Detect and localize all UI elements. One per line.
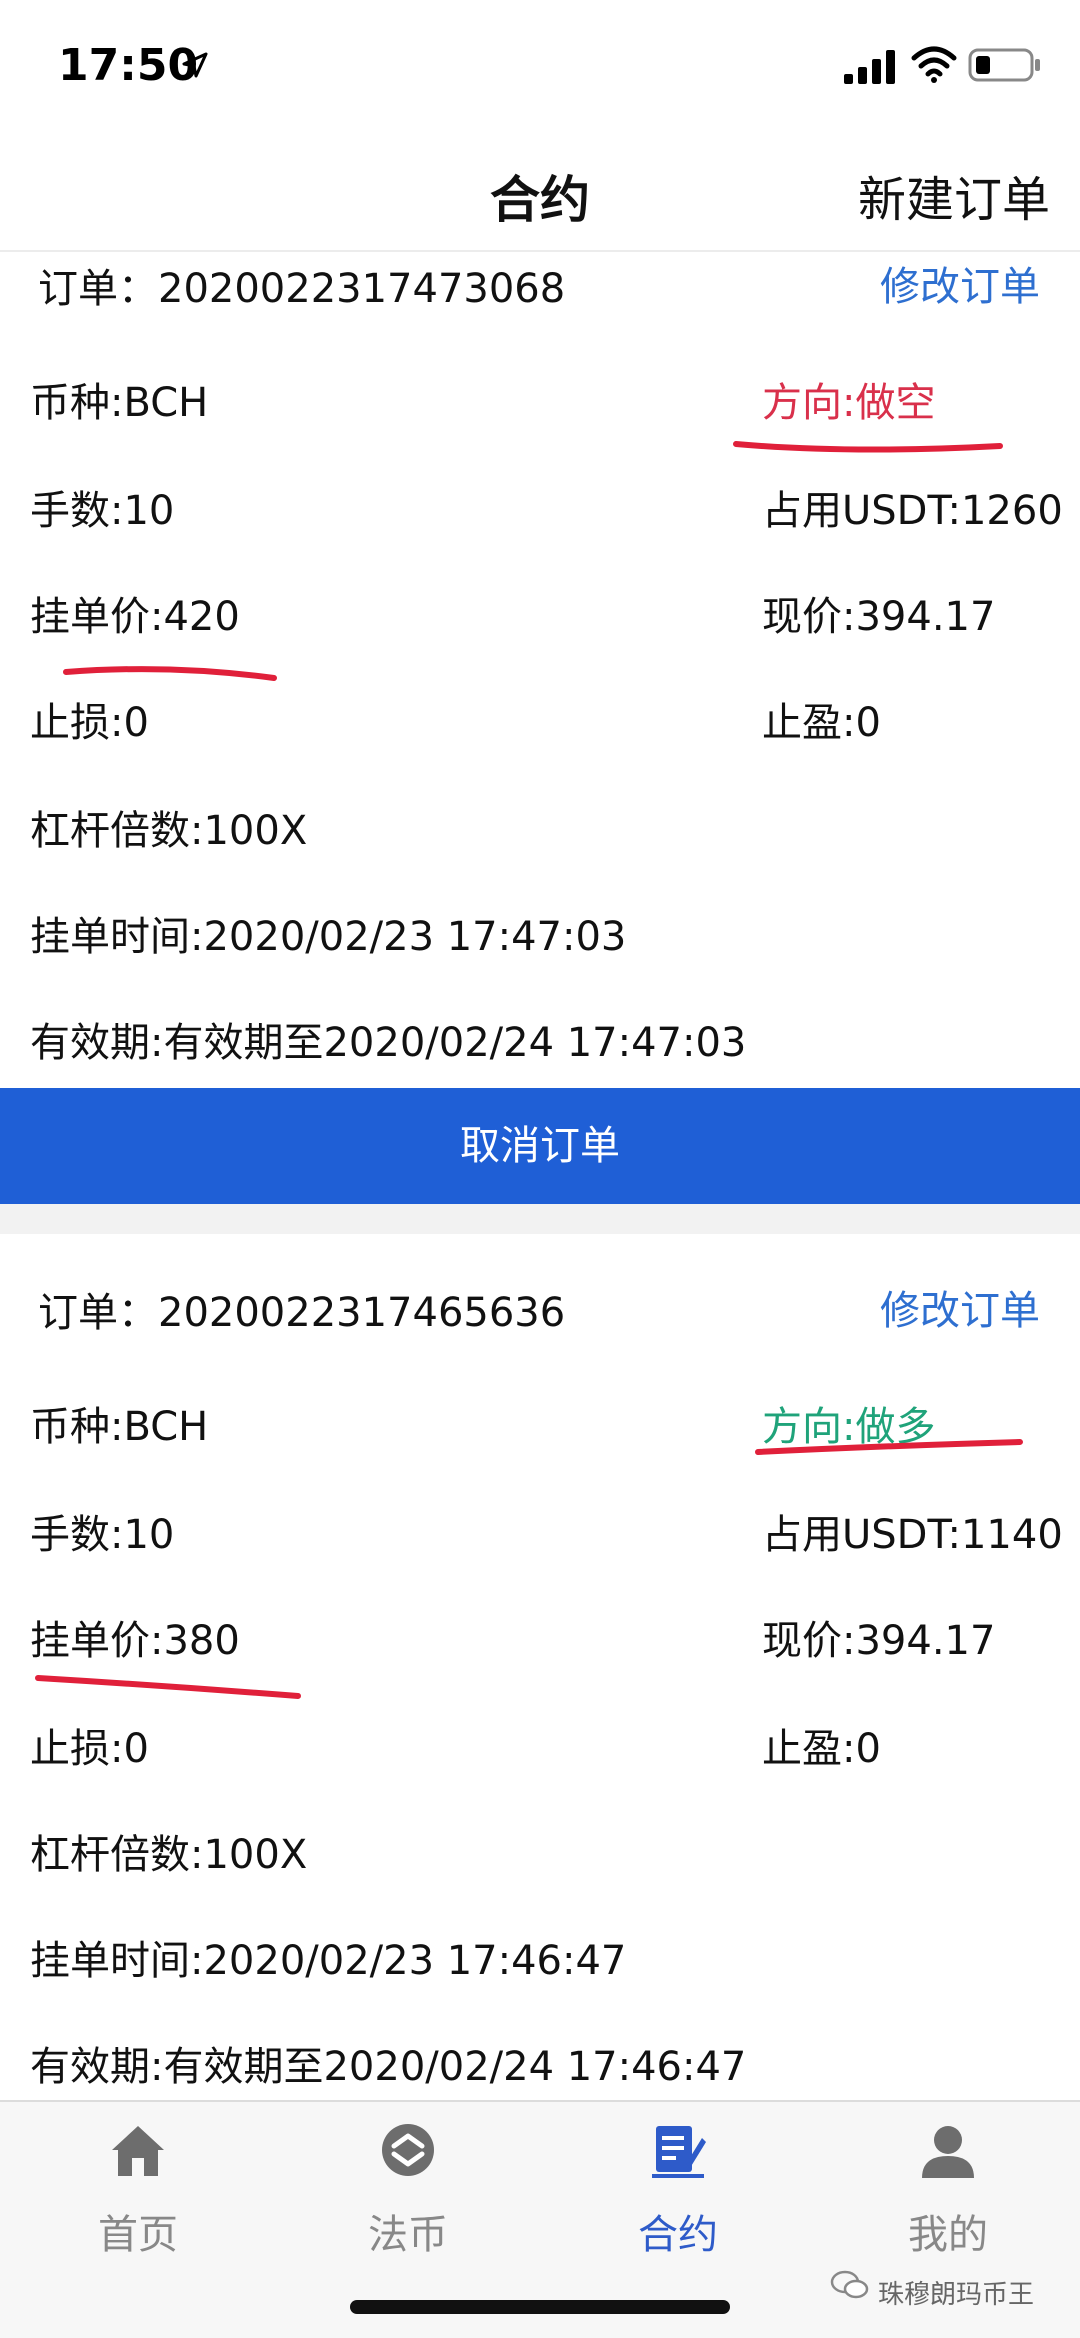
tab-contract[interactable]: 合约 <box>578 2120 778 2260</box>
tab-fiat[interactable]: 法币 <box>308 2120 508 2260</box>
direction-field: 方向:做多 <box>762 1404 936 1450</box>
home-icon <box>112 2126 164 2176</box>
watermark: 珠穆朗玛币王 <box>878 2280 1035 2310</box>
leverage-field: 杠杆倍数:100X <box>30 808 308 854</box>
modify-order-link[interactable]: 修改订单 <box>880 254 1040 312</box>
separator <box>0 1204 1080 1234</box>
lots-field: 手数:10 <box>30 1512 175 1558</box>
tab-label: 我的 <box>908 2212 988 2258</box>
take-profit-field: 止盈:0 <box>762 1726 881 1772</box>
home-indicator <box>350 2300 730 2314</box>
fiat-icon <box>382 2124 434 2176</box>
current-price-field: 现价:394.17 <box>762 1618 996 1664</box>
stop-loss-field: 止损:0 <box>30 1726 149 1772</box>
tab-label: 法币 <box>368 2212 448 2258</box>
order-time-field: 挂单时间:2020/02/23 17:46:47 <box>30 1938 627 1984</box>
tab-label: 首页 <box>98 2212 178 2258</box>
validity-field: 有效期:有效期至2020/02/24 17:47:03 <box>30 1020 747 1066</box>
leverage-field: 杠杆倍数:100X <box>30 1832 308 1878</box>
contract-icon <box>652 2126 706 2178</box>
stop-loss-field: 止损:0 <box>30 700 149 746</box>
coin-field: 币种:BCH <box>30 1404 209 1450</box>
margin-field: 占用USDT:1260 <box>762 488 1063 534</box>
signal-icon <box>844 50 895 84</box>
battery-icon <box>968 48 1040 82</box>
location-arrow-icon <box>182 52 208 78</box>
order-id: 订单：2020022317465636 <box>38 1290 566 1336</box>
margin-field: 占用USDT:1140 <box>762 1512 1063 1558</box>
validity-field: 有效期:有效期至2020/02/24 17:46:47 <box>30 2044 747 2090</box>
status-bar: 17:50 <box>0 0 1080 130</box>
coin-field: 币种:BCH <box>30 380 209 426</box>
current-price-field: 现价:394.17 <box>762 594 996 640</box>
nav-bar: 合约 新建订单 <box>0 130 1080 252</box>
take-profit-field: 止盈:0 <box>762 700 881 746</box>
tab-label: 合约 <box>638 2212 718 2258</box>
cancel-order-button[interactable]: 取消订单 <box>0 1088 1080 1204</box>
new-order-button[interactable]: 新建订单 <box>858 160 1050 230</box>
lots-field: 手数:10 <box>30 488 175 534</box>
profile-icon <box>922 2126 974 2178</box>
limit-price-field: 挂单价:420 <box>30 594 240 640</box>
order-card: 订单：2020022317465636 修改订单 币种:BCH 方向:做多 手数… <box>0 1234 1080 2100</box>
tab-profile[interactable]: 我的 <box>848 2120 1048 2260</box>
limit-price-field: 挂单价:380 <box>30 1618 240 1664</box>
order-card: 订单：2020022317473068 修改订单 币种:BCH 方向:做空 手数… <box>0 254 1080 1204</box>
wechat-icon <box>830 2270 869 2299</box>
status-time: 17:50 <box>58 40 199 91</box>
wifi-icon <box>911 46 957 83</box>
tab-home[interactable]: 首页 <box>38 2120 238 2260</box>
modify-order-link[interactable]: 修改订单 <box>880 1278 1040 1336</box>
direction-field: 方向:做空 <box>762 380 936 426</box>
order-id: 订单：2020022317473068 <box>38 266 566 312</box>
order-time-field: 挂单时间:2020/02/23 17:47:03 <box>30 914 627 960</box>
